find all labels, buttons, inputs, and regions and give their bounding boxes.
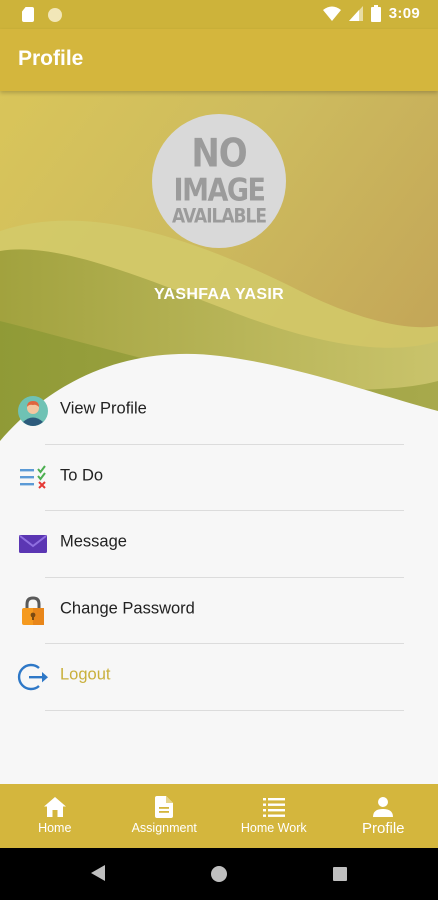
nav-label: Profile — [361, 820, 405, 837]
home-icon — [43, 796, 66, 818]
app-bar: Profile — [0, 29, 438, 91]
menu-item-logout[interactable]: Logout — [0, 644, 438, 711]
menu-item-label: Logout — [60, 665, 111, 684]
page-title: Profile — [18, 47, 84, 70]
user-name: YASHFAA YASIR — [154, 286, 284, 303]
list-icon — [262, 796, 285, 818]
padlock-icon — [17, 595, 49, 627]
menu-item-message[interactable]: Message — [0, 511, 438, 578]
battery-icon — [370, 5, 381, 22]
system-navigation-bar — [0, 848, 438, 900]
sd-card-icon — [22, 7, 34, 22]
nav-profile[interactable]: Profile — [329, 784, 438, 848]
home-circle-icon[interactable] — [211, 866, 227, 882]
profile-menu: View Profile To Do Message Change Passwo… — [0, 378, 438, 711]
bottom-navigation: Home Assignment Home Work Profile — [0, 784, 438, 848]
menu-item-to-do[interactable]: To Do — [0, 445, 438, 511]
profile-avatar[interactable]: NO IMAGE AVAILABLE — [152, 114, 286, 248]
document-icon — [155, 796, 174, 818]
nav-label: Home — [38, 821, 72, 835]
circle-notification-icon — [48, 7, 62, 22]
menu-item-label: Change Password — [60, 599, 195, 618]
nav-assignment[interactable]: Assignment — [110, 784, 220, 848]
signal-icon — [348, 6, 363, 21]
menu-item-label: View Profile — [60, 399, 147, 418]
person-icon — [373, 796, 394, 818]
avatar-placeholder-line1: NO — [191, 130, 247, 177]
menu-item-label: Message — [60, 532, 127, 551]
divider — [45, 709, 404, 711]
menu-item-view-profile[interactable]: View Profile — [0, 378, 438, 445]
nav-home[interactable]: Home — [0, 784, 110, 848]
recents-icon[interactable] — [333, 867, 347, 881]
status-time: 3:09 — [388, 5, 420, 22]
nav-home-work[interactable]: Home Work — [219, 784, 329, 848]
nav-label: Assignment — [131, 821, 197, 835]
user-avatar-icon — [17, 395, 49, 427]
logout-icon — [17, 661, 49, 693]
envelope-icon — [17, 528, 49, 560]
avatar-placeholder-line2: IMAGE — [173, 172, 266, 208]
nav-label: Home Work — [240, 821, 307, 835]
checklist-icon — [17, 462, 49, 494]
menu-item-label: To Do — [60, 466, 104, 485]
back-icon[interactable] — [91, 865, 105, 881]
avatar-placeholder-line3: AVAILABLE — [172, 204, 267, 228]
menu-item-change-password[interactable]: Change Password — [0, 578, 438, 644]
status-bar: 3:09 — [0, 0, 438, 29]
wifi-icon — [322, 6, 341, 21]
